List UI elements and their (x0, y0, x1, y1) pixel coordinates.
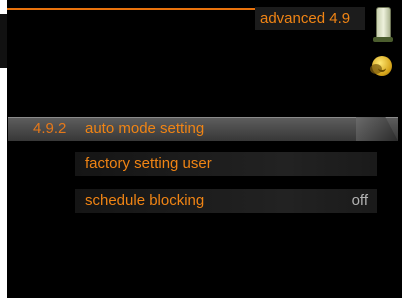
page-title: advanced 4.9 (255, 7, 365, 30)
left-side-tab: l s (0, 14, 7, 68)
menu-item-schedule-blocking[interactable]: schedule blocking off (75, 189, 377, 213)
face-mouth (378, 67, 386, 72)
thermometer-icon (376, 7, 391, 40)
status-face-icon (370, 56, 392, 76)
menu-item-factory-setting-user[interactable]: factory setting user (75, 152, 377, 176)
menu-screen: l s advanced 4.9 4.9.2 auto mode setting… (0, 0, 402, 298)
menu-item-label: factory setting user (85, 155, 212, 172)
menu-item-number: 4.9.2 (33, 120, 67, 137)
menu-item-label: schedule blocking (85, 192, 205, 209)
menu-item-auto-mode-setting[interactable]: auto mode setting (85, 118, 204, 140)
schedule-blocking-value: off (351, 192, 368, 209)
thermometer-base (373, 37, 393, 42)
header-accent-line (7, 8, 259, 10)
